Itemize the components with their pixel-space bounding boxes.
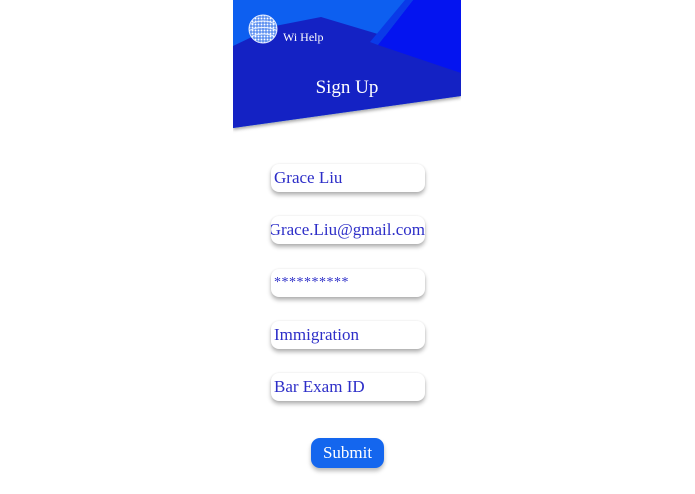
header-banner: Wi Help Sign Up: [233, 0, 461, 140]
name-field[interactable]: [271, 164, 425, 192]
email-field[interactable]: [271, 216, 425, 244]
email-input[interactable]: [271, 216, 425, 244]
page-title: Sign Up: [315, 77, 379, 98]
app-name: Wi Help: [283, 30, 324, 44]
password-input[interactable]: [271, 269, 425, 297]
sign-up-screen: Wi Help Sign Up Submit: [233, 0, 461, 494]
submit-button[interactable]: Submit: [311, 438, 384, 468]
globe-icon: [248, 14, 278, 44]
practice-area-input[interactable]: [271, 321, 425, 349]
bar-exam-id-field[interactable]: [271, 373, 425, 401]
bar-exam-id-input[interactable]: [271, 373, 425, 401]
name-input[interactable]: [271, 164, 425, 192]
password-field[interactable]: [271, 269, 425, 297]
practice-area-field[interactable]: [271, 321, 425, 349]
